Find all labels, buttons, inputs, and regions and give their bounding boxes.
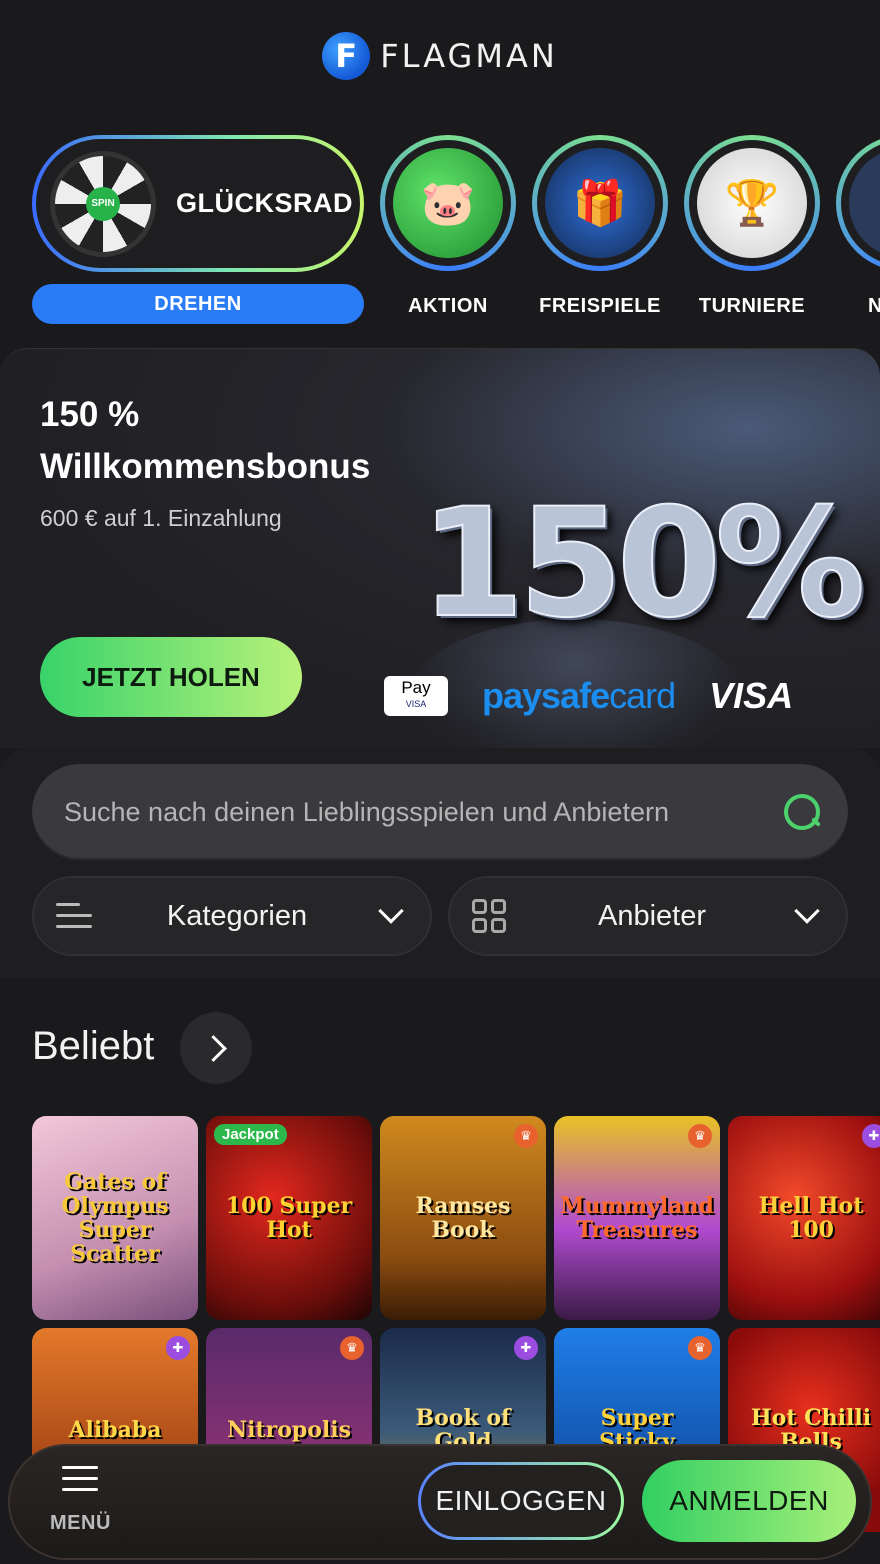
piggy-bank-icon: 🐷 [393, 148, 503, 258]
apple-pay-text: Pay [401, 678, 431, 697]
wheel-icon: SPIN [50, 150, 156, 257]
search-input[interactable] [64, 796, 764, 828]
login-button[interactable]: EINLOGGEN [418, 1462, 624, 1540]
story-turniere[interactable]: 🏆 TURNIERE [684, 135, 820, 318]
search-filter-panel: Kategorien Anbieter [0, 748, 880, 978]
stories-row: SPIN GLÜCKSRAD DREHEN 🐷 AKTION 🎁 FREISPI… [32, 135, 880, 325]
trophy-icon: ♛ [688, 1124, 712, 1148]
banner-title-line2: Willkommensbonus [40, 447, 371, 486]
logo-text: FLAGMAN [380, 36, 558, 75]
spin-button[interactable]: DREHEN [32, 284, 364, 324]
trophy-icon: ♛ [340, 1336, 364, 1360]
bottom-bar: MENÜ EINLOGGEN ANMELDEN [8, 1444, 872, 1560]
story-label: AKTION [408, 295, 488, 317]
game-tile[interactable]: ✚ Hell Hot 100 [728, 1116, 880, 1320]
trophy-icon: 🏆 [697, 148, 807, 258]
register-button[interactable]: ANMELDEN [642, 1460, 856, 1542]
paysafe-bold: paysafe [482, 675, 610, 716]
game-title: 100 Super Hot [225, 1193, 353, 1243]
chevron-down-icon [794, 898, 820, 924]
wheel-spin-label: SPIN [86, 186, 120, 221]
paysafe-light: card [609, 675, 676, 716]
search-bar[interactable] [32, 764, 848, 860]
flagman-logo[interactable]: F FLAGMAN [322, 31, 558, 80]
jackpot-badge: Jackpot [214, 1124, 287, 1145]
gift-icon: ✚ [514, 1336, 538, 1360]
search-icon[interactable] [782, 792, 822, 832]
game-title: Nitropolis [226, 1417, 352, 1443]
categories-label: Kategorien [166, 899, 308, 932]
game-tile[interactable]: ♛ Ramses Book [380, 1116, 546, 1320]
welcome-bonus-banner[interactable]: 150 % Willkommensbonus 600 € auf 1. Einz… [0, 348, 880, 748]
game-title: Hell Hot 100 [758, 1193, 864, 1243]
game-tile[interactable]: ♛ Mummyland Treasures [554, 1116, 720, 1320]
story-label: TURNIERE [698, 295, 806, 317]
story-label: FREISPIELE [539, 295, 661, 317]
story-aktion[interactable]: 🐷 AKTION [380, 135, 516, 318]
header: F FLAGMAN [0, 0, 880, 115]
banner-title: 150 % Willkommensbonus [40, 389, 370, 493]
hamburger-icon [62, 1466, 98, 1492]
grid-icon [472, 899, 506, 933]
section-title: Beliebt [32, 1024, 155, 1068]
partial-icon [849, 148, 880, 258]
banner-subtitle: 600 € auf 1. Einzahlung [40, 505, 282, 531]
visa-logo: VISA [709, 675, 794, 716]
gift-icon: ✚ [862, 1124, 880, 1148]
game-title: Gates of Olympus Super Scatter [61, 1169, 169, 1267]
logo-icon: F [322, 31, 371, 80]
claim-bonus-button[interactable]: JETZT HOLEN [40, 637, 302, 717]
paysafecard-logo: paysafecard [482, 675, 676, 717]
story-freispiele[interactable]: 🎁 FREISPIELE [532, 135, 668, 318]
categories-dropdown[interactable]: Kategorien [32, 876, 432, 956]
menu-button[interactable]: MENÜ [50, 1466, 110, 1535]
wheel-title: GLÜCKSRAD [176, 188, 353, 218]
payment-methods: Pay VISA paysafecard VISA [384, 675, 793, 717]
banner-big-percent: 150% [419, 476, 866, 652]
game-title: Mummyland Treasures [560, 1193, 714, 1243]
game-title: Alibaba [68, 1417, 162, 1443]
story-label: N [868, 295, 880, 317]
gift-icon: ✚ [166, 1336, 190, 1360]
gift-box-icon: 🎁 [545, 148, 655, 258]
banner-title-line1: 150 % [40, 395, 140, 434]
menu-label: MENÜ [50, 1512, 111, 1534]
list-icon [56, 903, 92, 929]
chevron-right-icon[interactable] [180, 1012, 252, 1084]
game-tile[interactable]: Gates of Olympus Super Scatter [32, 1116, 198, 1320]
game-title: Ramses Book [415, 1193, 511, 1243]
trophy-icon: ♛ [688, 1336, 712, 1360]
trophy-icon: ♛ [514, 1124, 538, 1148]
chevron-down-icon [378, 898, 404, 924]
providers-label: Anbieter [597, 899, 706, 932]
wheel-of-fortune-card[interactable]: SPIN GLÜCKSRAD [32, 135, 364, 272]
apple-pay-logo: Pay VISA [384, 676, 448, 716]
providers-dropdown[interactable]: Anbieter [448, 876, 848, 956]
game-tile[interactable]: Jackpot 100 Super Hot [206, 1116, 372, 1320]
story-partial[interactable]: N [836, 135, 880, 318]
apple-pay-sub: VISA [405, 699, 427, 709]
